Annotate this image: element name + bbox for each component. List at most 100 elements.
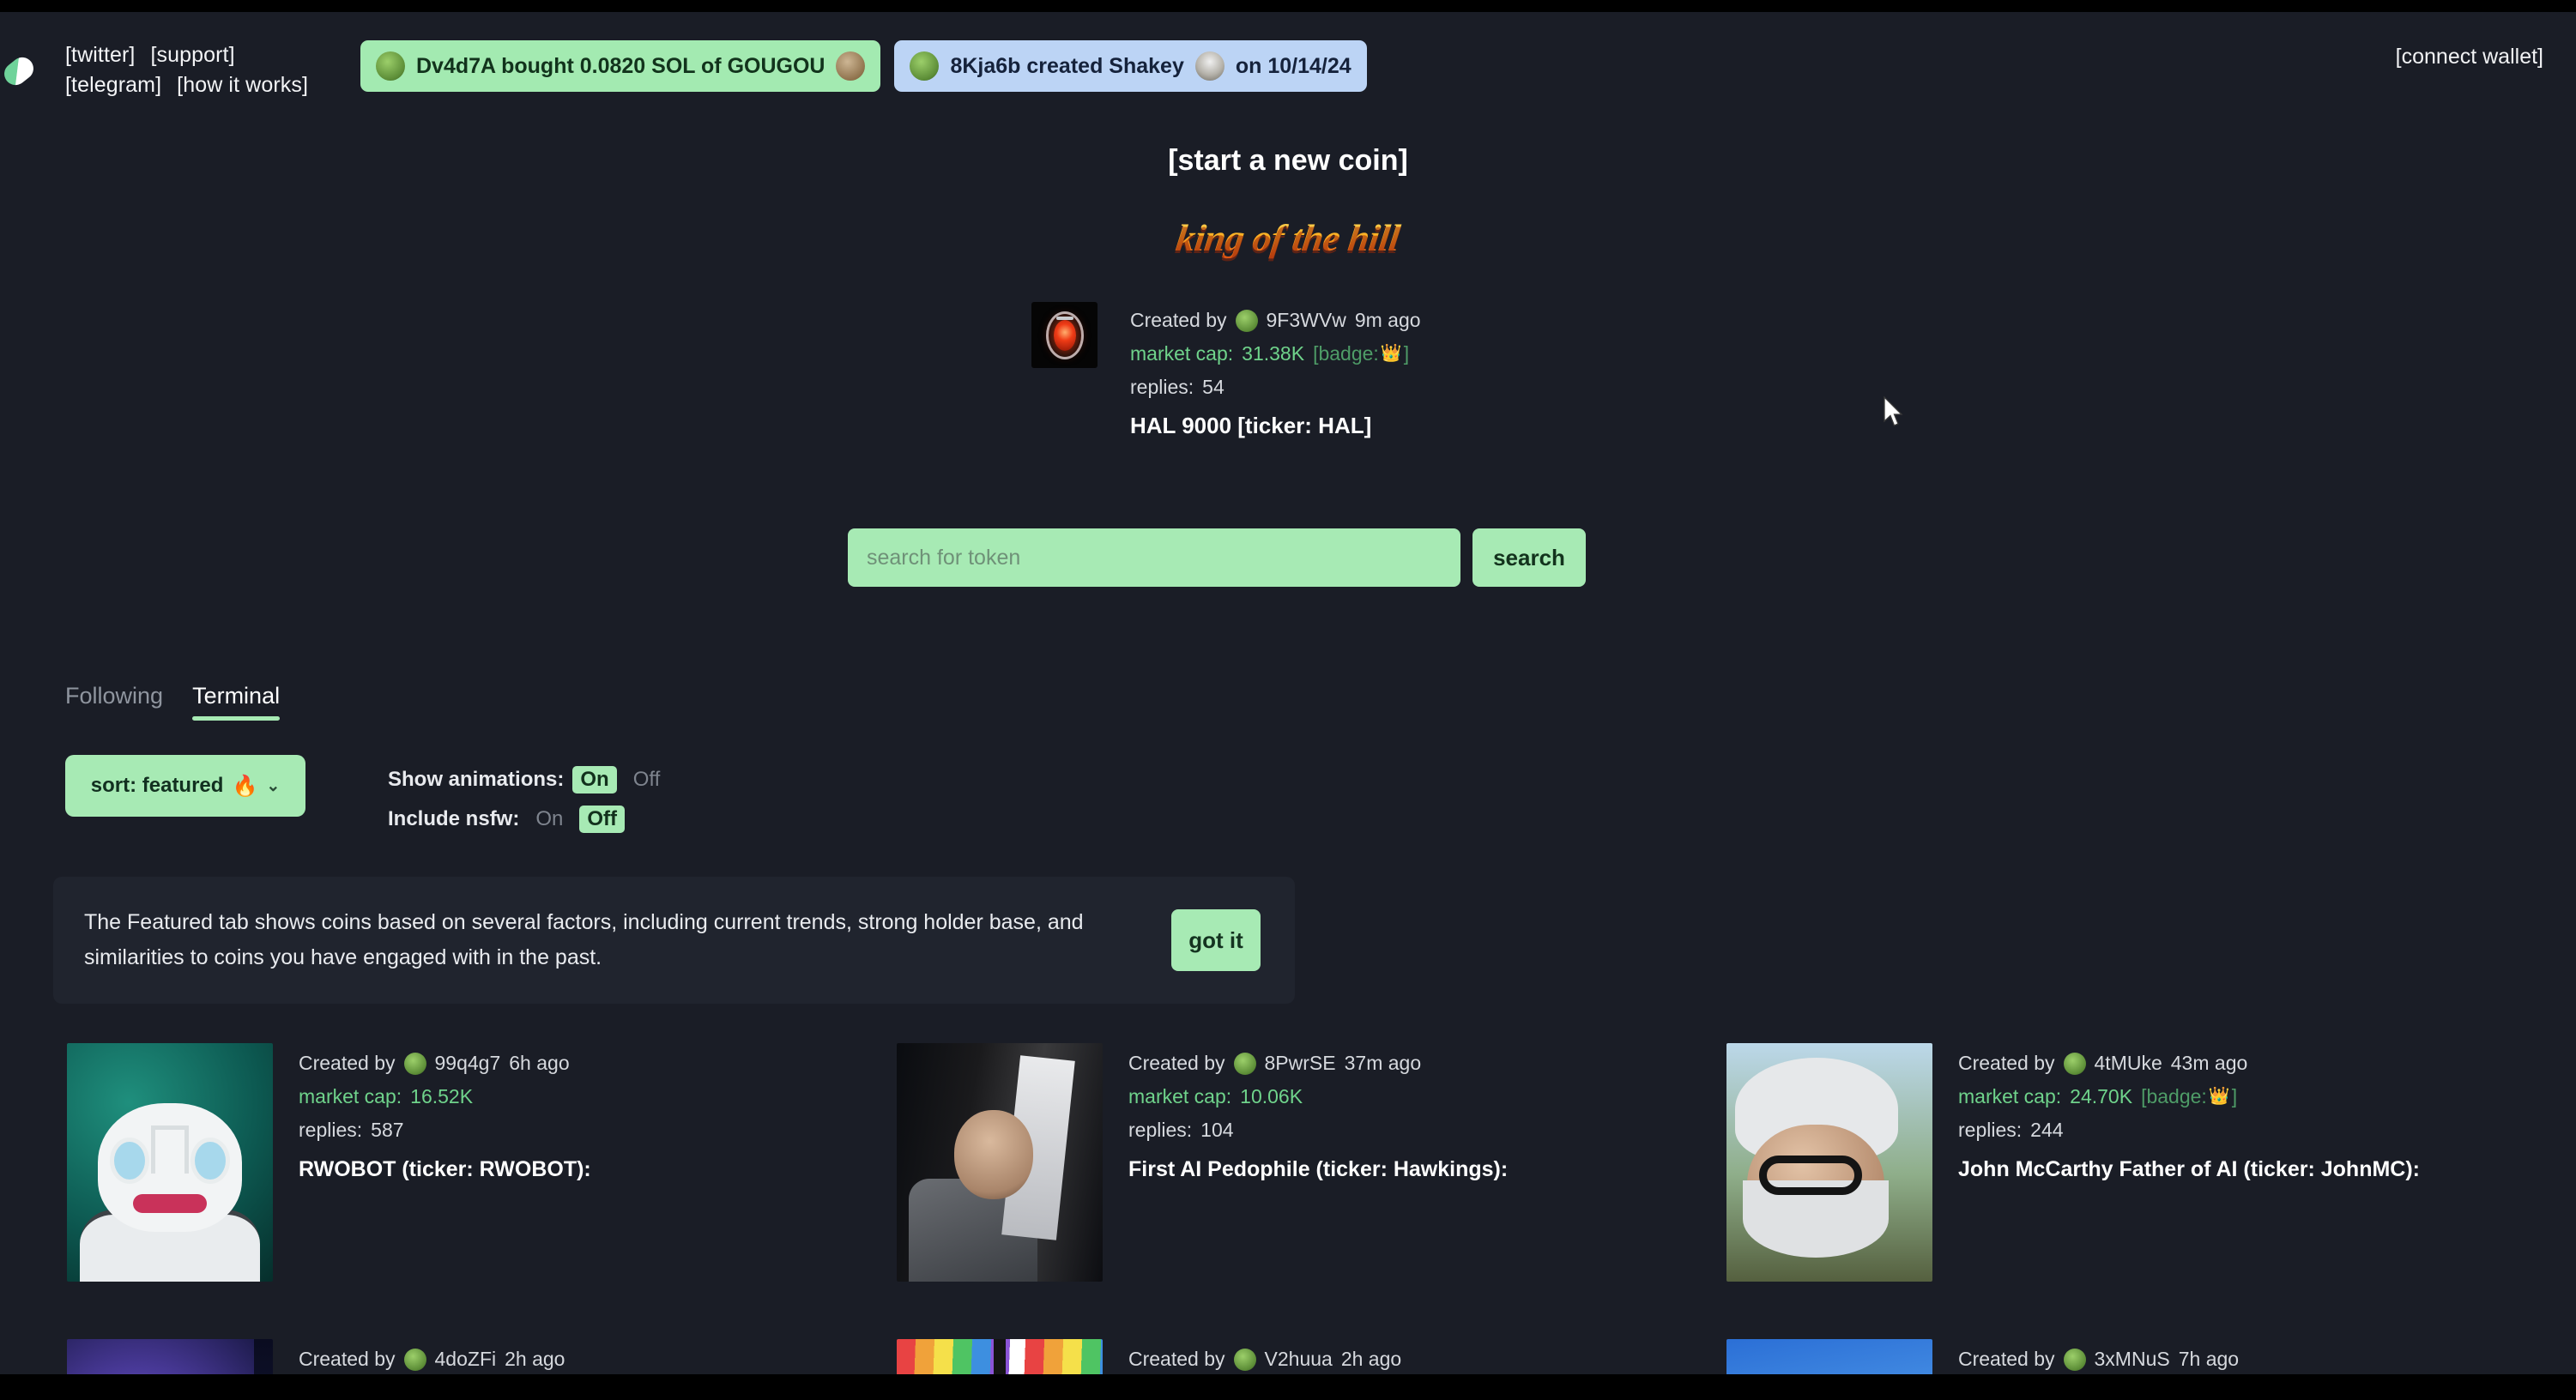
coin-info: Created by 4tMUke 43m ago market cap: 24… [1958,1043,2420,1325]
coin-marketcap-line: market cap: 24.70K [badge: 👑 ] [1958,1080,2420,1113]
search-button[interactable]: search [1472,528,1586,587]
hawking-thumbnail [897,1043,1103,1282]
notification-buy-text: Dv4d7A bought 0.0820 SOL of GOUGOU [416,53,825,78]
letterbox-top [0,0,2576,12]
koth-replies-line: replies: 54 [1130,371,1421,404]
king-of-the-hill-heading-wrap: king of the hill [0,216,2576,268]
coin-created-by-line: Created by 8PwrSE 37m ago [1128,1047,1508,1080]
coin-info: Created by 99q4g7 6h ago market cap: 16.… [299,1043,591,1325]
koth-coin-title: HAL 9000 [ticker: HAL] [1130,413,1372,438]
feed-controls: sort: featured 🔥 ⌄ Show animations: On O… [65,755,668,839]
got-it-button[interactable]: got it [1171,909,1261,971]
header-nav-links: [twitter] [support] [telegram] [how it w… [65,40,348,100]
include-nsfw-off[interactable]: Off [579,806,626,833]
notification-created-text: 8Kja6b created Shakey [950,53,1184,78]
include-nsfw-row: Include nsfw: On Off [388,800,668,839]
hal-9000-thumbnail [1031,302,1098,368]
coin-created-by-label: Created by [1958,1348,2055,1370]
coin-replies-label: replies: [299,1119,363,1141]
frog-avatar-icon [376,51,405,81]
koth-marketcap-line: market cap: 31.38K [badge: 👑 ] [1130,337,1421,371]
connect-wallet-button[interactable]: [connect wallet] [2396,45,2543,69]
search-input[interactable] [848,528,1460,587]
coin-creator[interactable]: 4doZFi [435,1343,497,1376]
start-a-new-coin-link[interactable]: [start a new coin] [0,144,2576,178]
koth-creator[interactable]: 9F3WVw [1267,304,1346,337]
coin-created-by-label: Created by [1128,1052,1225,1074]
frog-avatar-icon [910,51,940,81]
coin-replies-line: replies: 587 [299,1113,591,1147]
notification-created-date: on 10/14/24 [1235,53,1351,78]
show-animations-on[interactable]: On [572,766,617,794]
coin-badge-open: [badge: [2141,1085,2207,1107]
search-row: search [848,528,1586,587]
coin-creator[interactable]: 8PwrSE [1265,1047,1336,1080]
sort-label: sort: featured [90,774,224,797]
frog-avatar-icon [2063,1348,2086,1371]
nav-link-how-it-works[interactable]: [how it works] [177,70,308,100]
nav-link-twitter[interactable]: [twitter] [65,40,135,70]
coin-created-by-line: Created by 3xMNuS 7h ago [1958,1343,2239,1376]
mccarthy-thumbnail [1726,1043,1932,1282]
toggle-group: Show animations: On Off Include nsfw: On… [388,755,668,839]
include-nsfw-label: Include nsfw: [388,807,520,830]
coin-age: 7h ago [2178,1348,2240,1370]
frog-avatar-icon [403,1052,426,1075]
coin-avatar-icon [836,51,866,81]
koth-created-by-line: Created by 9F3WVw 9m ago [1130,304,1421,337]
tab-terminal[interactable]: Terminal [192,683,281,721]
include-nsfw-on[interactable]: On [528,806,571,833]
coin-card[interactable]: Created by 4tMUke 43m ago market cap: 24… [1713,1029,2537,1325]
coin-card[interactable]: Created by 8PwrSE 37m ago market cap: 10… [883,1029,1707,1325]
coin-marketcap-label: market cap: [1128,1085,1232,1107]
site-logo-icon[interactable] [0,52,39,90]
coin-creator[interactable]: 3xMNuS [2095,1343,2170,1376]
coin-created-by-line: Created by V2huua 2h ago [1128,1343,1401,1376]
coin-creator[interactable]: V2huua [1265,1343,1333,1376]
coin-replies-value: 587 [371,1119,404,1141]
coin-age: 43m ago [2170,1052,2248,1074]
coin-info: Created by 8PwrSE 37m ago market cap: 10… [1128,1043,1508,1325]
nav-link-telegram[interactable]: [telegram] [65,70,161,100]
coin-marketcap-value: 24.70K [2070,1085,2133,1107]
sort-dropdown-button[interactable]: sort: featured 🔥 ⌄ [65,755,305,817]
coin-replies-label: replies: [1958,1119,2023,1141]
king-of-the-hill-card[interactable]: Created by 9F3WVw 9m ago market cap: 31.… [1031,302,1421,439]
koth-marketcap-value: 31.38K [1242,342,1305,365]
show-animations-off[interactable]: Off [626,766,668,794]
king-of-the-hill-heading: king of the hill [1169,216,1408,260]
show-animations-label: Show animations: [388,768,565,791]
flame-icon: 🔥 [232,774,258,798]
chevron-down-icon: ⌄ [266,776,281,795]
rwobot-thumbnail [67,1043,273,1282]
coin-created-by-line: Created by 4tMUke 43m ago [1958,1047,2420,1080]
featured-info-text: The Featured tab shows coins based on se… [84,910,1084,969]
coin-marketcap-line: market cap: 10.06K [1128,1080,1508,1113]
coin-marketcap-line: market cap: 16.52K [299,1080,591,1113]
coin-replies-value: 104 [1200,1119,1234,1141]
crown-icon: 👑 [1380,344,1402,363]
coin-age: 2h ago [1340,1348,1402,1370]
coin-created-by-label: Created by [1128,1348,1225,1370]
featured-info-banner: The Featured tab shows coins based on se… [53,877,1295,1004]
feed-tabs: Following Terminal [65,683,281,721]
coin-creator[interactable]: 4tMUke [2095,1047,2162,1080]
hal-slit-shape [1055,316,1073,320]
notification-pill-created[interactable]: 8Kja6b created Shakey on 10/14/24 [894,40,1367,92]
koth-age: 9m ago [1354,309,1421,331]
coin-title: RWOBOT (ticker: RWOBOT): [299,1157,591,1181]
coin-creator[interactable]: 99q4g7 [435,1047,501,1080]
site-header: [twitter] [support] [telegram] [how it w… [0,12,2576,106]
coin-card[interactable]: Created by 99q4g7 6h ago market cap: 16.… [53,1029,877,1325]
frog-avatar-icon [403,1348,426,1371]
coin-replies-label: replies: [1128,1119,1193,1141]
coin-title: First AI Pedophile (ticker: Hawkings): [1128,1157,1509,1181]
tab-following[interactable]: Following [65,683,163,721]
coin-grid: Created by 99q4g7 6h ago market cap: 16.… [53,1029,2542,1325]
coin-created-by-label: Created by [299,1052,396,1074]
frog-avatar-icon [1233,1348,1256,1371]
notification-pill-buy[interactable]: Dv4d7A bought 0.0820 SOL of GOUGOU [360,40,881,92]
nav-link-support[interactable]: [support] [150,40,234,70]
frog-avatar-icon [2063,1052,2086,1075]
coin-created-by-line: Created by 99q4g7 6h ago [299,1047,591,1080]
